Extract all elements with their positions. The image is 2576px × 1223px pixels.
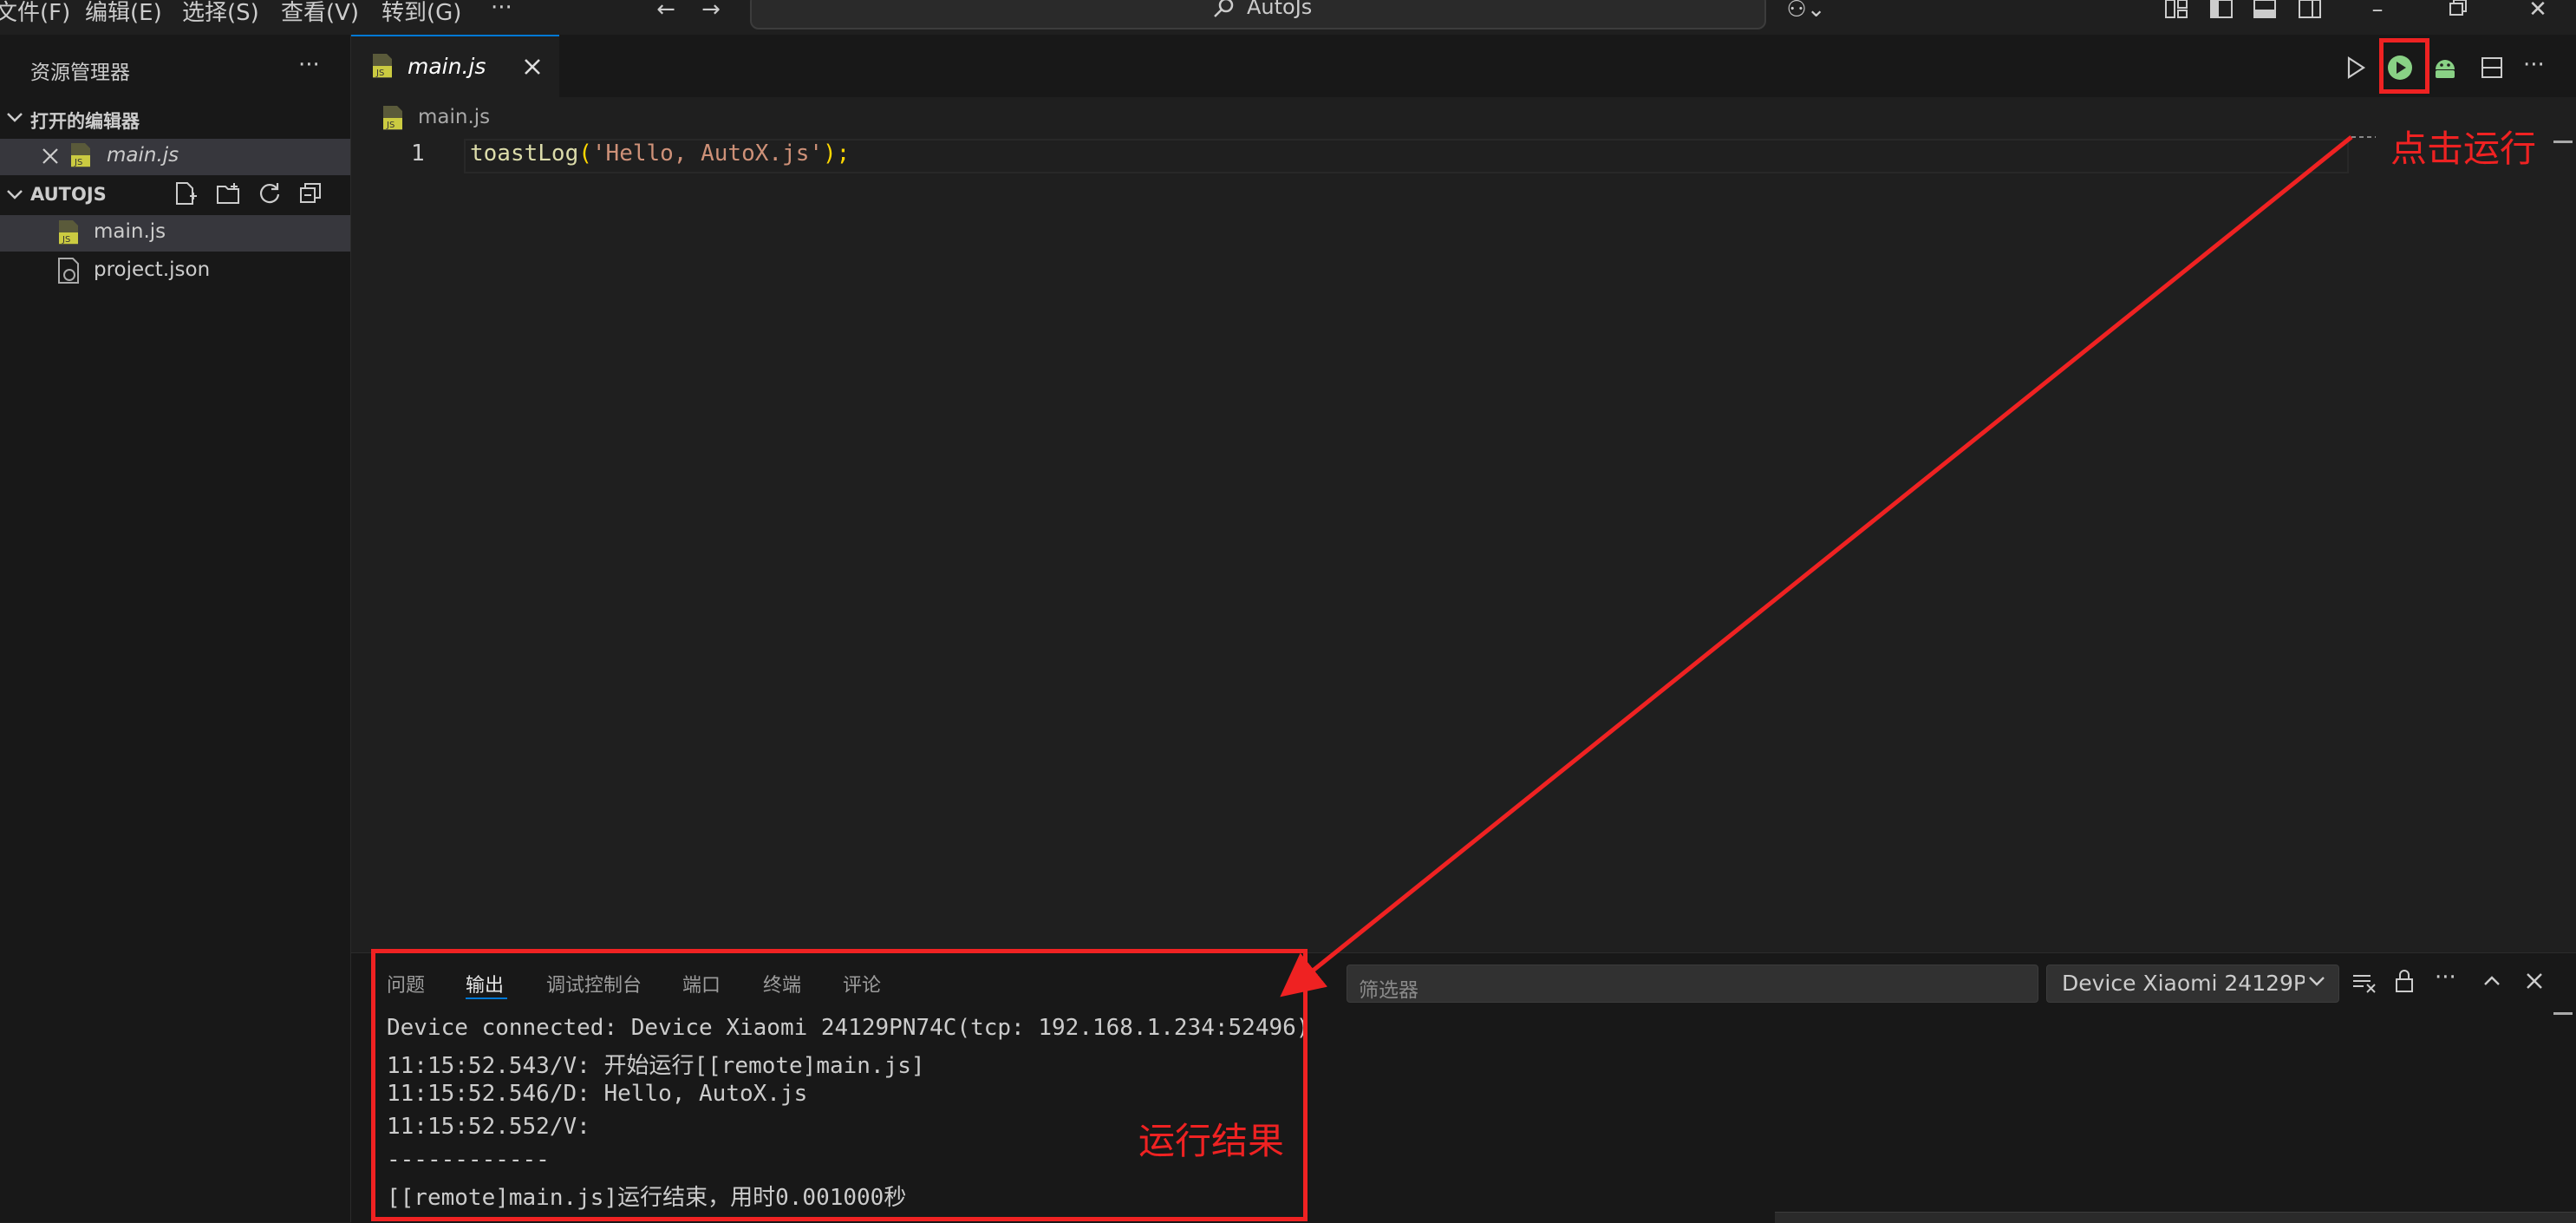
annotation-arrow (1280, 135, 2376, 997)
